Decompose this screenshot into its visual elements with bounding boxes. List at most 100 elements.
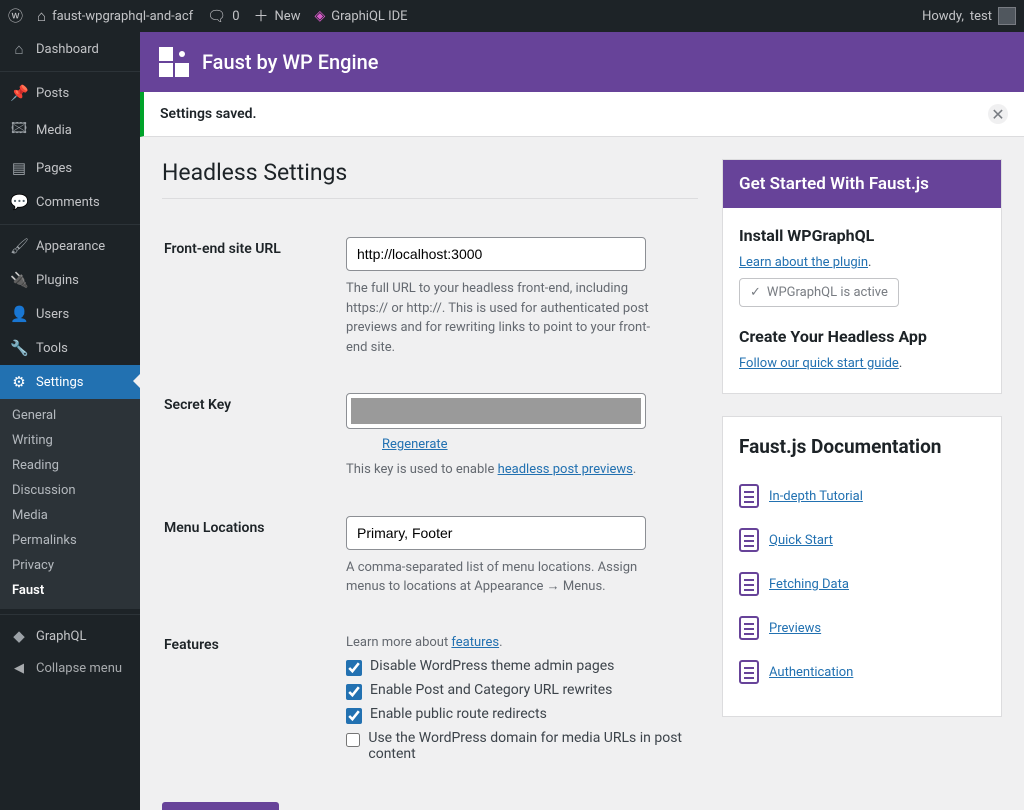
menu-item-comments[interactable]: 💬Comments [0, 185, 140, 219]
comments-link[interactable]: 🗨0 [207, 9, 239, 24]
feature-3[interactable]: Use the WordPress domain for media URLs … [346, 730, 696, 762]
page-title: Headless Settings [162, 159, 698, 186]
regenerate-link[interactable]: Regenerate [382, 437, 448, 452]
graphiql-ide-link[interactable]: ◈GraphiQL IDE [314, 8, 407, 24]
dashboard-icon: ⌂ [10, 40, 28, 58]
menu-item-settings[interactable]: ⚙Settings [0, 365, 140, 399]
install-wpgraphql-heading: Install WPGraphQL [739, 226, 985, 245]
feature-2[interactable]: Enable public route redirects [346, 706, 696, 724]
doc-link[interactable]: Previews [769, 621, 821, 636]
feature-checkbox-2[interactable] [346, 708, 362, 724]
submenu-item-discussion[interactable]: Discussion [0, 478, 140, 503]
doc-link[interactable]: Fetching Data [769, 577, 849, 592]
plus-icon: ＋ [254, 9, 269, 24]
collapse-menu[interactable]: ◀Collapse menu [0, 653, 140, 684]
site-name-link[interactable]: ⌂faust-wpgraphql-and-acf [37, 9, 193, 24]
get-started-card: Get Started With Faust.js Install WPGrap… [722, 159, 1002, 394]
pages-icon: ▤ [10, 159, 28, 177]
wpgraphql-status: ✓WPGraphQL is active [739, 278, 899, 307]
document-icon [739, 572, 759, 596]
feature-checkbox-0[interactable] [346, 660, 362, 676]
doc-link[interactable]: In-depth Tutorial [769, 489, 863, 504]
collapse-icon: ◀ [10, 661, 28, 676]
appearance-icon: 🖌 [10, 237, 28, 255]
doc-link[interactable]: Quick Start [769, 533, 833, 548]
media-icon: 🖾 [10, 118, 28, 143]
dismiss-notice-button[interactable]: ✕ [988, 104, 1008, 124]
secret-key-label: Secret Key [164, 381, 344, 502]
feature-0[interactable]: Disable WordPress theme admin pages [346, 658, 696, 676]
menu-item-dashboard[interactable]: ⌂Dashboard [0, 32, 140, 66]
documentation-card: Faust.js Documentation In-depth Tutorial… [722, 416, 1002, 717]
features-label: Features [164, 621, 344, 791]
menu-locations-label: Menu Locations [164, 504, 344, 619]
frontend-url-desc: The full URL to your headless front-end,… [346, 279, 670, 357]
graphql-icon: ◆ [10, 627, 28, 645]
frontend-url-input[interactable] [346, 237, 646, 271]
doc-link-item: Previews [739, 606, 985, 650]
graphql-icon: ◈ [314, 8, 325, 24]
admin-sidebar: ⌂Dashboard📌Posts🖾Media▤Pages💬Comments🖌Ap… [0, 32, 140, 810]
avatar [998, 7, 1016, 25]
users-icon: 👤 [10, 305, 28, 323]
quick-start-guide-link[interactable]: Follow our quick start guide [739, 356, 899, 371]
features-link[interactable]: features [451, 635, 499, 650]
documentation-title: Faust.js Documentation [739, 435, 985, 458]
document-icon [739, 616, 759, 640]
menu-item-users[interactable]: 👤Users [0, 297, 140, 331]
submenu-item-reading[interactable]: Reading [0, 453, 140, 478]
comments-icon: 💬 [10, 193, 28, 211]
menu-locations-desc: A comma-separated list of menu locations… [346, 558, 670, 597]
faust-logo-icon [158, 46, 190, 78]
get-started-title: Get Started With Faust.js [723, 160, 1001, 208]
posts-icon: 📌 [10, 84, 28, 102]
submenu-item-permalinks[interactable]: Permalinks [0, 528, 140, 553]
settings-form: Front-end site URL The full URL to your … [162, 223, 698, 792]
settings-submenu: GeneralWritingReadingDiscussionMediaPerm… [0, 399, 140, 609]
menu-item-plugins[interactable]: 🔌Plugins [0, 263, 140, 297]
learn-plugin-link[interactable]: Learn about the plugin [739, 255, 868, 270]
document-icon [739, 660, 759, 684]
comment-icon: 🗨 [207, 9, 226, 24]
plugins-icon: 🔌 [10, 271, 28, 289]
account-link[interactable]: Howdy, test [922, 7, 1016, 25]
doc-link-item: Quick Start [739, 518, 985, 562]
features-learn: Learn more about features. [346, 633, 670, 653]
submenu-item-general[interactable]: General [0, 403, 140, 428]
tools-icon: 🔧 [10, 339, 28, 357]
feature-checkbox-1[interactable] [346, 684, 362, 700]
wp-logo[interactable]: ⓦ [8, 9, 23, 24]
secret-key-desc: This key is used to enable headless post… [346, 460, 670, 480]
menu-locations-input[interactable] [346, 516, 646, 550]
document-icon [739, 484, 759, 508]
check-icon: ✓ [750, 285, 761, 300]
menu-item-pages[interactable]: ▤Pages [0, 151, 140, 185]
settings-icon: ⚙ [10, 373, 28, 391]
submenu-item-privacy[interactable]: Privacy [0, 553, 140, 578]
menu-item-media[interactable]: 🖾Media [0, 110, 140, 151]
menu-item-tools[interactable]: 🔧Tools [0, 331, 140, 365]
submenu-item-media[interactable]: Media [0, 503, 140, 528]
banner-title: Faust by WP Engine [202, 50, 378, 74]
frontend-url-label: Front-end site URL [164, 225, 344, 379]
submenu-item-faust[interactable]: Faust [0, 578, 140, 603]
menu-item-graphql[interactable]: ◆GraphQL [0, 619, 140, 653]
home-icon: ⌂ [37, 9, 46, 24]
submenu-item-writing[interactable]: Writing [0, 428, 140, 453]
settings-saved-notice: Settings saved. ✕ [140, 92, 1024, 137]
document-icon [739, 528, 759, 552]
doc-link[interactable]: Authentication [769, 665, 853, 680]
menu-item-appearance[interactable]: 🖌Appearance [0, 229, 140, 263]
feature-checkbox-3[interactable] [346, 732, 360, 748]
feature-1[interactable]: Enable Post and Category URL rewrites [346, 682, 696, 700]
doc-link-item: Fetching Data [739, 562, 985, 606]
create-app-heading: Create Your Headless App [739, 327, 985, 346]
doc-link-item: Authentication [739, 650, 985, 694]
save-changes-button[interactable]: Save Changes [162, 802, 279, 810]
new-content-link[interactable]: ＋New [254, 9, 301, 24]
admin-bar: ⓦ ⌂faust-wpgraphql-and-acf 🗨0 ＋New ◈Grap… [0, 0, 1024, 32]
menu-item-posts[interactable]: 📌Posts [0, 76, 140, 110]
headless-previews-link[interactable]: headless post previews [498, 462, 633, 477]
faust-banner: Faust by WP Engine [140, 32, 1024, 92]
secret-key-field[interactable] [346, 393, 646, 429]
